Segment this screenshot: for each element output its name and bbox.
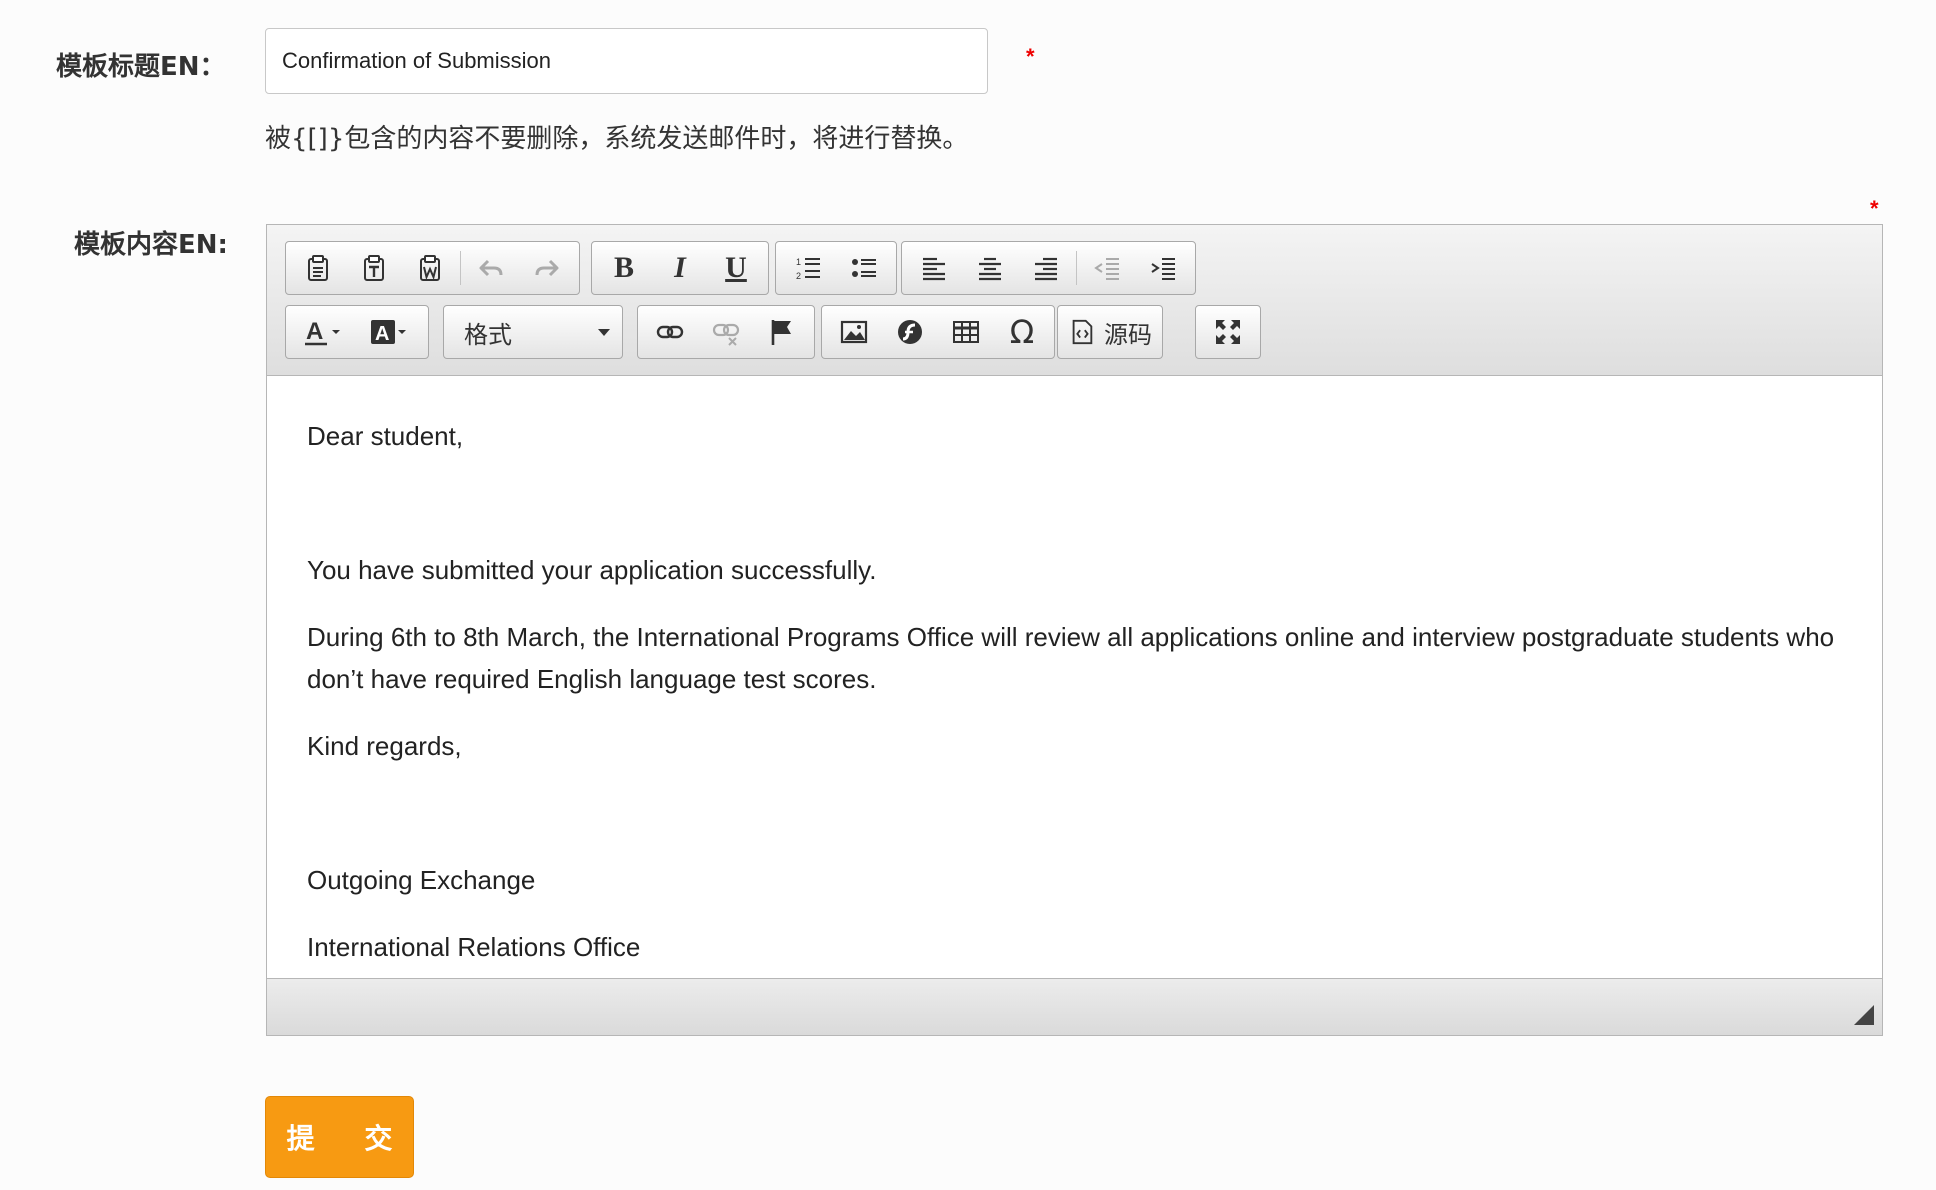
content-required-mark: * [1870, 196, 1879, 221]
format-select[interactable]: 格式 [443, 305, 623, 359]
paragraph: Kind regards, [307, 731, 462, 761]
redo-icon [535, 259, 559, 277]
source-label: 源码 [1104, 320, 1152, 349]
title-input[interactable] [265, 28, 988, 94]
link-button[interactable] [642, 309, 698, 355]
list-group: 12 [775, 241, 897, 295]
paste-text-icon [364, 255, 384, 281]
background-color-button[interactable]: A [356, 309, 422, 355]
special-char-icon: Ω [1009, 313, 1035, 351]
image-icon [840, 320, 868, 344]
align-right-button[interactable] [1018, 245, 1074, 291]
chevron-down-icon [598, 328, 610, 336]
color-group: A A [285, 305, 429, 359]
paragraph: You have submitted your application succ… [307, 555, 877, 585]
paste-text-button[interactable] [346, 245, 402, 291]
unlink-icon [712, 323, 740, 346]
unlink-button[interactable] [698, 309, 754, 355]
submit-button[interactable]: 提 交 [265, 1096, 414, 1178]
paste-button[interactable] [290, 245, 346, 291]
bullet-list-icon [852, 259, 876, 277]
underline-button[interactable]: U [708, 245, 764, 291]
maximize-button[interactable] [1200, 309, 1256, 355]
table-button[interactable] [938, 309, 994, 355]
italic-button[interactable]: I [652, 245, 708, 291]
paste-icon [308, 255, 328, 281]
placeholder-hint: 被{[]}包含的内容不要删除，系统发送邮件时，将进行替换。 [265, 124, 969, 154]
title-required-mark: * [1026, 44, 1035, 69]
anchor-button[interactable] [754, 309, 810, 355]
indent-icon [1151, 258, 1175, 280]
align-left-button[interactable] [906, 245, 962, 291]
paragraph: Outgoing Exchange [307, 865, 536, 895]
paragraph: Dear student, [307, 421, 464, 451]
source-button[interactable]: 源码 [1068, 309, 1152, 355]
anchor-flag-icon [771, 320, 791, 345]
tools-group [1195, 305, 1261, 359]
undo-icon [479, 259, 503, 277]
bold-icon: B [613, 251, 634, 284]
numbered-list-button[interactable]: 12 [780, 245, 836, 291]
source-group: 源码 [1057, 305, 1163, 359]
toolbar-separator [460, 251, 461, 285]
table-icon [953, 321, 979, 343]
source-icon [1072, 319, 1093, 345]
bullet-list-button[interactable] [836, 245, 892, 291]
align-right-icon [1035, 257, 1057, 281]
background-color-icon: A [371, 320, 406, 345]
toolbar-separator [1076, 251, 1077, 285]
redo-button[interactable] [519, 245, 575, 291]
paragraph: International Relations Office [307, 932, 641, 962]
flash-icon [898, 320, 922, 344]
format-select-value: 格式 [464, 320, 512, 349]
maximize-icon [1216, 320, 1240, 344]
outdent-button[interactable] [1079, 245, 1135, 291]
align-group [901, 241, 1196, 295]
text-color-button[interactable]: A [290, 309, 356, 355]
italic-icon: I [674, 251, 686, 284]
link-group [637, 305, 815, 359]
resize-handle-icon[interactable] [1854, 1005, 1874, 1025]
clipboard-group [285, 241, 580, 295]
text-color-icon: A [305, 318, 340, 346]
numbered-list-icon: 12 [796, 257, 820, 281]
title-label: 模板标题EN： [56, 52, 226, 82]
align-left-icon [923, 257, 945, 281]
align-center-icon [979, 257, 1001, 281]
basic-style-group: B I U [591, 241, 769, 295]
insert-group: Ω [821, 305, 1055, 359]
align-center-button[interactable] [962, 245, 1018, 291]
paste-word-icon [420, 255, 440, 281]
indent-button[interactable] [1135, 245, 1191, 291]
svg-text:2: 2 [796, 271, 801, 281]
image-button[interactable] [826, 309, 882, 355]
bold-button[interactable]: B [596, 245, 652, 291]
outdent-icon [1094, 258, 1119, 280]
content-label: 模板内容EN: [74, 230, 228, 260]
paragraph [307, 482, 1842, 524]
undo-button[interactable] [463, 245, 519, 291]
rich-text-editor: B I U 12 A A 格式 Ω 源码 Dear student, You h… [266, 224, 1883, 1036]
paste-word-button[interactable] [402, 245, 458, 291]
paragraph: During 6th to 8th March, the Internation… [307, 622, 1835, 694]
link-icon [656, 325, 684, 339]
editor-content[interactable]: Dear student, You have submitted your ap… [267, 377, 1882, 978]
flash-button[interactable] [882, 309, 938, 355]
paragraph [307, 792, 1842, 834]
special-char-button[interactable]: Ω [994, 309, 1050, 355]
underline-icon: U [725, 251, 747, 284]
editor-toolbar: B I U 12 A A 格式 Ω 源码 [267, 225, 1882, 376]
editor-statusbar [267, 978, 1882, 1035]
svg-text:A: A [375, 323, 389, 345]
svg-text:1: 1 [796, 257, 801, 267]
svg-text:A: A [306, 318, 323, 345]
